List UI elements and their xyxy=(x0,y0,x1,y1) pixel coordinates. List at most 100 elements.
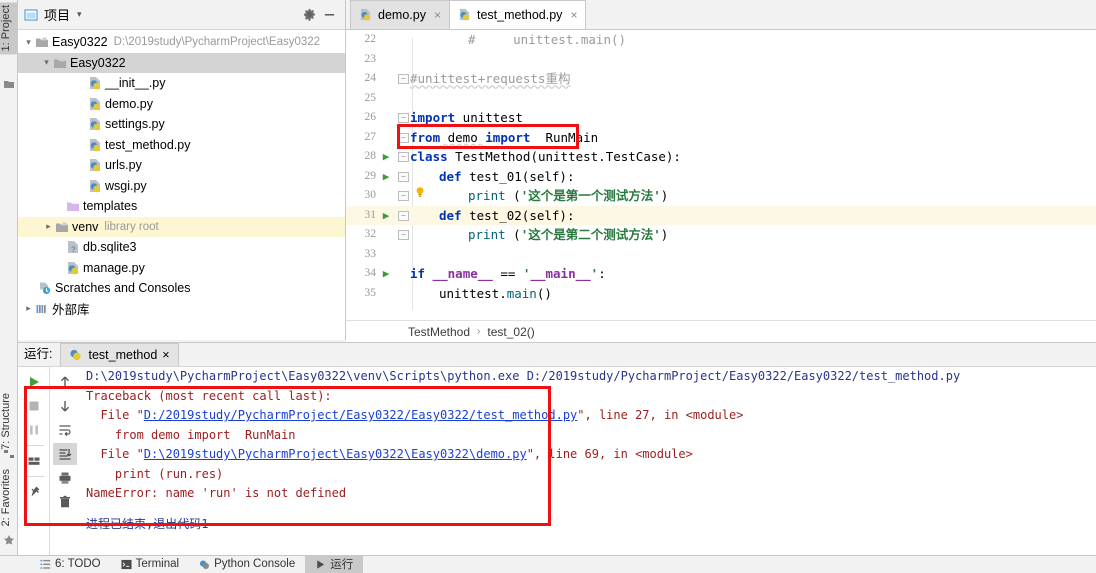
python-file-icon xyxy=(88,76,102,90)
tree-row[interactable]: wsgi.py xyxy=(18,176,345,197)
tree-row[interactable]: test_method.py xyxy=(18,135,345,156)
code-line[interactable]: 27 − from demo import RunMain xyxy=(346,128,1096,148)
tree-item-label: settings.py xyxy=(105,117,165,132)
pause-button[interactable] xyxy=(22,419,46,441)
run-gutter-icon[interactable]: ▶ xyxy=(380,206,392,226)
tree-row[interactable]: ▸ 外部库 xyxy=(18,299,345,320)
status-item-run[interactable]: 运行 xyxy=(305,555,364,573)
tree-item-label: urls.py xyxy=(105,158,142,173)
code-line[interactable]: 24 − #unittest+requests重构 xyxy=(346,69,1096,89)
fold-marker-icon[interactable]: − xyxy=(398,167,409,187)
toolbar-divider xyxy=(23,476,44,477)
chevron-right-icon[interactable]: ▸ xyxy=(22,303,35,314)
rail-tab-structure[interactable]: 7: Structure xyxy=(0,390,18,453)
frame-path-link[interactable]: D:/2019study/PycharmProject/Easy0322/Eas… xyxy=(144,408,577,422)
left-tool-rail: 1: Project 7: Structure 2: Favorites xyxy=(0,0,18,555)
fold-marker-icon[interactable]: − xyxy=(398,108,409,128)
code-line[interactable]: 35 unittest.main() xyxy=(346,284,1096,304)
code-line[interactable]: 31 ▶ − def test_02(self): xyxy=(346,205,1096,226)
close-icon[interactable]: × xyxy=(162,348,169,362)
tree-row[interactable]: __init__.py xyxy=(18,73,345,94)
code-token: test_02 xyxy=(469,207,522,223)
fold-marker-icon[interactable]: − xyxy=(398,206,409,226)
pin-button[interactable] xyxy=(22,481,46,503)
status-item-terminal[interactable]: Terminal xyxy=(111,556,189,573)
code-text: class TestMethod(unittest.TestCase): xyxy=(410,147,681,167)
layout-button[interactable] xyxy=(22,450,46,472)
arrow-up-button[interactable] xyxy=(53,371,77,393)
exit-message: 进程已结束,退出代码1 xyxy=(86,516,209,531)
rail-tab-project[interactable]: 1: Project xyxy=(0,2,18,55)
run-gutter-icon[interactable]: ▶ xyxy=(380,167,392,187)
tree-row[interactable]: templates xyxy=(18,196,345,217)
status-item-python-console[interactable]: Python Console xyxy=(189,556,305,573)
rerun-button[interactable] xyxy=(22,371,46,393)
print-button[interactable] xyxy=(53,467,77,489)
close-icon[interactable]: × xyxy=(434,8,441,22)
minimize-icon[interactable] xyxy=(319,5,339,25)
code-line[interactable]: 23 xyxy=(346,50,1096,70)
chevron-right-icon[interactable]: ▸ xyxy=(42,221,55,232)
line-number: 25 xyxy=(364,91,377,104)
soft-wrap-button[interactable] xyxy=(53,419,77,441)
code-lines: 22 # unittest.main() 23 24− #unittest+reques… xyxy=(346,30,1096,303)
console-output[interactable]: D:\2019study\PycharmProject\Easy0322\ven… xyxy=(80,367,1096,555)
tree-row[interactable]: ? db.sqlite3 xyxy=(18,237,345,258)
chevron-down-icon[interactable]: ▾ xyxy=(77,9,82,20)
code-line[interactable]: 29 ▶ − def test_01(self): xyxy=(346,167,1096,187)
intention-bulb-icon[interactable] xyxy=(414,186,428,198)
editor-tab-test-method[interactable]: test_method.py × xyxy=(448,0,587,29)
tree-item-label: wsgi.py xyxy=(105,178,147,193)
fold-marker-icon[interactable]: − xyxy=(398,128,409,148)
tree-item-label: Easy0322 xyxy=(52,35,108,50)
breadcrumb-class[interactable]: TestMethod xyxy=(408,325,470,339)
fold-marker-icon[interactable]: − xyxy=(398,147,409,167)
run-gutter-icon[interactable]: ▶ xyxy=(380,264,392,284)
close-icon[interactable]: × xyxy=(570,8,577,22)
fold-marker-icon[interactable]: − xyxy=(398,225,409,245)
code-line[interactable]: 34 ▶ if __name__ == '__main__': xyxy=(346,264,1096,284)
tree-row[interactable]: settings.py xyxy=(18,114,345,135)
fold-marker-icon[interactable]: − xyxy=(398,186,409,206)
frame-suffix: ", line 69, in <module> xyxy=(526,447,693,461)
run-gutter-icon[interactable]: ▶ xyxy=(380,147,392,167)
code-line[interactable]: 30 − print ('这个是第一个测试方法') xyxy=(346,186,1096,206)
library-icon xyxy=(35,302,49,316)
tree-row[interactable]: demo.py xyxy=(18,94,345,115)
editor-tab-demo[interactable]: demo.py × xyxy=(350,0,450,29)
tree-row[interactable]: ▸ venv library root xyxy=(18,216,345,237)
code-token: unittest. xyxy=(439,285,507,301)
code-line[interactable]: 25 xyxy=(346,89,1096,109)
tree-row[interactable]: ▾ Easy0322 D:\2019study\PycharmProject\E… xyxy=(18,32,345,53)
breadcrumb-method[interactable]: test_02() xyxy=(487,325,534,339)
code-token: TestMethod xyxy=(455,149,531,164)
tree-row[interactable]: ▾ Easy0322 xyxy=(18,52,345,73)
play-icon xyxy=(315,559,326,570)
chevron-down-icon[interactable]: ▾ xyxy=(22,37,35,48)
status-item-todo[interactable]: 6: TODO xyxy=(30,556,111,573)
fold-marker-icon[interactable]: − xyxy=(398,69,409,89)
tree-row[interactable]: Scratches and Consoles xyxy=(18,278,345,299)
rail-tab-favorites[interactable]: 2: Favorites xyxy=(0,466,18,529)
clear-all-button[interactable] xyxy=(53,491,77,513)
code-token: if xyxy=(410,266,426,281)
breadcrumb[interactable]: TestMethod › test_02() xyxy=(346,320,1096,342)
code-line[interactable]: 26 − import unittest xyxy=(346,108,1096,128)
chevron-down-icon[interactable]: ▾ xyxy=(40,57,53,68)
python-file-icon xyxy=(88,179,102,193)
code-text: from demo import RunMain xyxy=(410,128,598,148)
gear-icon[interactable] xyxy=(299,5,319,25)
tree-row[interactable]: urls.py xyxy=(18,155,345,176)
code-editor[interactable]: 22 # unittest.main() 23 24− #unittest+reques… xyxy=(346,30,1096,320)
code-line[interactable]: 32 − print ('这个是第二个测试方法') xyxy=(346,225,1096,245)
arrow-down-button[interactable] xyxy=(53,395,77,417)
code-line[interactable]: 33 xyxy=(346,245,1096,265)
tree-row[interactable]: manage.py xyxy=(18,258,345,279)
stop-button[interactable] xyxy=(22,395,46,417)
code-line[interactable]: 28 ▶ − class TestMethod(unittest.TestCase): xyxy=(346,147,1096,167)
frame-path-link[interactable]: D:\2019study\PycharmProject\Easy0322\Eas… xyxy=(144,447,527,461)
scroll-to-end-button[interactable] xyxy=(53,443,77,465)
code-line[interactable]: 22 # unittest.main() xyxy=(346,30,1096,50)
run-tab-test-method[interactable]: test_method × xyxy=(60,343,179,366)
